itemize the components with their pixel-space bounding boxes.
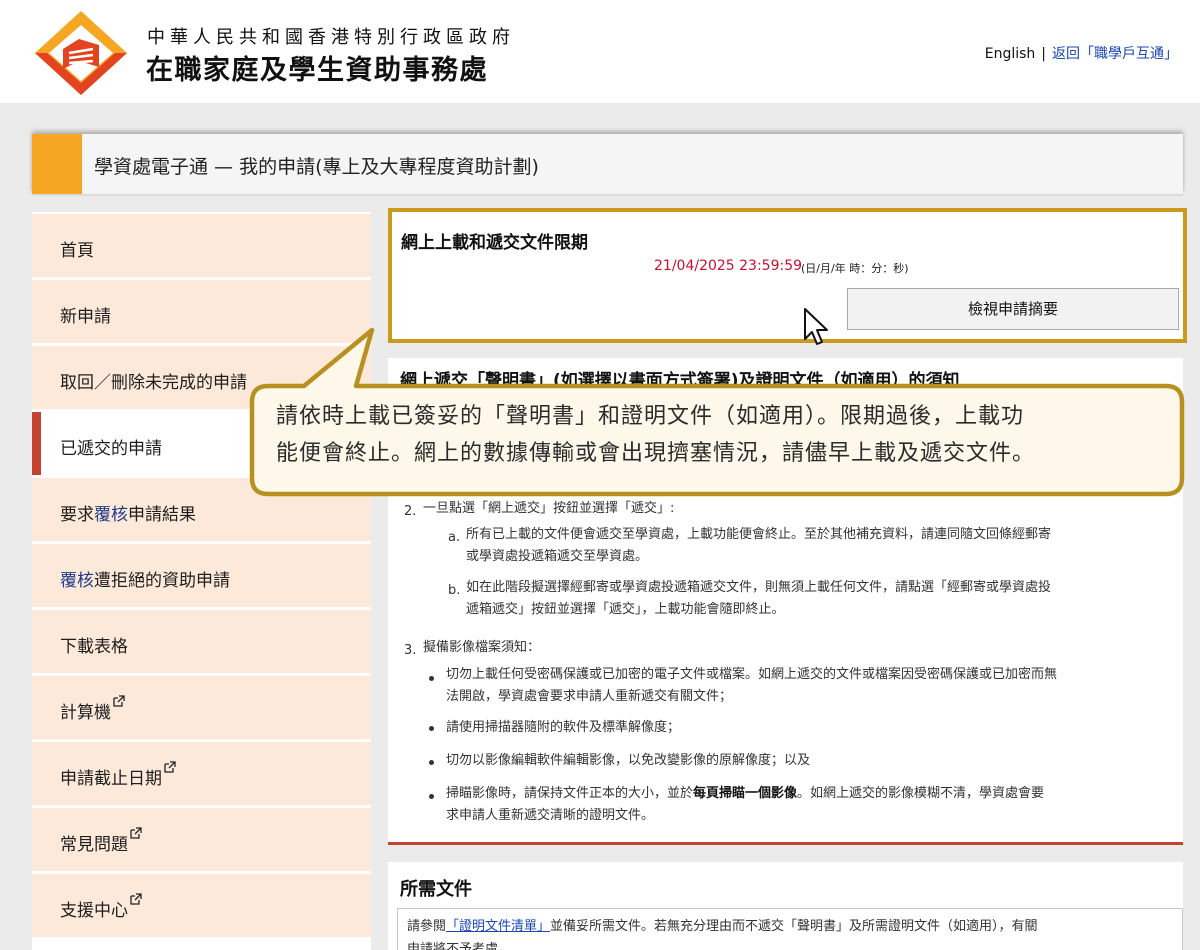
title-accent-bar xyxy=(32,134,82,194)
sidebar-item-deadlines[interactable]: 申請截止日期 xyxy=(32,742,371,805)
list-number: 2. xyxy=(404,504,417,519)
site-header: 中華人民共和國香港特別行政區政府 在職家庭及學生資助事務處 English | 返回… xyxy=(0,0,1200,103)
sidebar-item-new-application[interactable]: 新申請 xyxy=(32,280,371,343)
sidebar-item-label: 新申請 xyxy=(60,307,111,327)
note-item-3: 擬備影像檔案須知： xyxy=(423,640,541,655)
required-documents-box: 請參閱「證明文件清單」並備妥所需文件。若無充分理由而不遞交「聲明書」及所需證明文… xyxy=(397,908,1183,950)
deadline-format: (日/月/年 時：分：秒) xyxy=(801,262,909,275)
sidebar-item-calculator[interactable]: 計算機 xyxy=(32,676,371,739)
external-link-icon xyxy=(130,827,142,839)
view-summary-button[interactable]: 檢視申請摘要 xyxy=(847,288,1179,330)
sidebar-item-label: 下載表格 xyxy=(60,637,128,657)
english-link[interactable]: English xyxy=(985,46,1036,62)
note-item-2b: 如在此階段擬選擇經郵寄或學資處投遞箱遞交文件，則無須上載任何文件，請點選「經郵寄… xyxy=(466,580,1052,617)
sidebar-item-label: 常見問題 xyxy=(60,827,142,855)
sidebar-item-download-forms[interactable]: 下載表格 xyxy=(32,610,371,673)
document-list-link[interactable]: 「證明文件清單」 xyxy=(446,919,550,934)
page-title: 學資處電子通 — 我的申請(專上及大專程度資助計劃) xyxy=(94,156,539,178)
external-link-icon xyxy=(130,893,142,905)
sidebar-item-label: 首頁 xyxy=(60,241,94,261)
sidebar-item-label: 申請截止日期 xyxy=(60,761,176,789)
header-links: English | 返回「職學戶互通」 xyxy=(985,43,1178,63)
deadline-panel: 網上上載和遞交文件限期 21/04/2025 23:59:59 (日/月/年 時… xyxy=(388,208,1187,343)
sidebar-item-label: 取回／刪除未完成的申請 xyxy=(60,373,247,393)
external-link-icon xyxy=(164,761,176,773)
deadline-date: 21/04/2025 23:59:59 xyxy=(654,258,803,274)
sidebar-item-label: 計算機 xyxy=(60,695,125,723)
org-subtitle: 中華人民共和國香港特別行政區政府 xyxy=(147,27,515,48)
deadline-title: 網上上載和遞交文件限期 xyxy=(401,233,588,253)
required-documents-title: 所需文件 xyxy=(400,879,472,900)
list-number: 3. xyxy=(404,643,417,658)
note-item-2a: 所有已上載的文件便會遞交至學資處，上載功能便會終止。至於其他補充資料，請連同隨文… xyxy=(466,527,1052,564)
active-indicator xyxy=(32,412,41,475)
mouse-cursor-icon xyxy=(804,308,828,345)
sidebar-item-label: 已遞交的申請 xyxy=(60,439,162,459)
sidebar-item-review-result[interactable]: 要求覆核申請結果 xyxy=(32,478,371,541)
note-item-2: 一旦點選「網上遞交」按鈕並選擇「遞交」: xyxy=(423,501,675,516)
bullet-dot xyxy=(429,726,434,731)
org-title: 在職家庭及學生資助事務處 xyxy=(146,55,488,86)
note-bullet-4: 掃瞄影像時，請保持文件正本的大小，並於每頁掃瞄一個影像。如網上遞交的影像模糊不清… xyxy=(446,786,1045,823)
page-title-bar: 學資處電子通 — 我的申請(專上及大專程度資助計劃) xyxy=(32,134,1183,194)
sidebar-item-label: 要求覆核申請結果 xyxy=(60,505,196,525)
sidebar-item-faq[interactable]: 常見問題 xyxy=(32,808,371,871)
sidebar-item-review-rejected[interactable]: 覆核遭拒絕的資助申請 xyxy=(32,544,371,607)
sidebar-nav: 首頁 新申請 取回／刪除未完成的申請 已遞交的申請 要求覆核申請結果 覆核遭拒絕… xyxy=(32,212,371,950)
required-documents-panel: 所需文件 請參閱「證明文件清單」並備妥所需文件。若無充分理由而不遞交「聲明書」及… xyxy=(388,862,1183,950)
bullet-dot xyxy=(429,676,434,681)
sidebar-item-label: 支援中心 xyxy=(60,893,142,921)
note-bullet-2: 請使用掃描器隨附的軟件及標準解像度； xyxy=(446,720,681,735)
bullet-dot xyxy=(429,794,434,799)
notes-title: 網上遞交「聲明書」(如選擇以書面方式簽署)及證明文件（如適用）的須知 xyxy=(400,371,960,391)
list-letter: b. xyxy=(448,583,461,598)
sidebar-item-home[interactable]: 首頁 xyxy=(32,214,371,277)
back-to-portal-link[interactable]: 返回「職學戶互通」 xyxy=(1052,46,1178,62)
link-separator: | xyxy=(1041,46,1046,62)
note-bullet-3: 切勿以影像編輯軟件編輯影像，以免改變影像的原解像度；以及 xyxy=(446,753,811,768)
sidebar-item-support[interactable]: 支援中心 xyxy=(32,874,371,937)
callout-text: 請依時上載已簽妥的「聲明書」和證明文件（如適用）。限期過後，上載功 能便會終止。網… xyxy=(276,404,1036,466)
note-bullet-1: 切勿上載任何受密碼保護或已加密的電子文件或檔案。如網上遞交的文件或檔案因受密碼保… xyxy=(446,667,1058,704)
required-documents-text: 請參閱「證明文件清單」並備妥所需文件。若無充分理由而不遞交「聲明書」及所需證明文… xyxy=(407,919,1038,950)
sidebar-item-label: 覆核遭拒絕的資助申請 xyxy=(60,571,230,591)
external-link-icon xyxy=(113,695,125,707)
wfsfaa-logo[interactable] xyxy=(33,9,129,95)
bullet-dot xyxy=(429,760,434,765)
list-letter: a. xyxy=(448,530,461,545)
